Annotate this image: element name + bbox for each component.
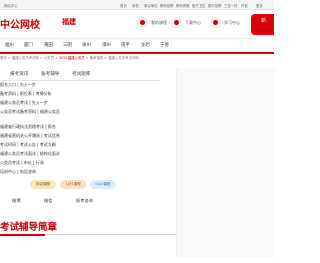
new-badge-text: 新: [261, 18, 267, 24]
nav-item-fuzhou[interactable]: 福州: [5, 42, 14, 48]
tab-prep-guide[interactable]: 备考辅导: [41, 71, 59, 77]
list-item[interactable]: 公务员考试 | 申论 | 行测: [0, 160, 44, 166]
course-icon: [137, 17, 148, 28]
topbar-link-teacher-recruit[interactable]: 教师招聘: [160, 3, 174, 8]
my-courses-link[interactable]: 我的课程: [137, 15, 167, 30]
topbar-link-medical[interactable]: 医疗卫生: [192, 3, 206, 8]
learning-center-link[interactable]: 学习中心: [210, 15, 240, 30]
nav-item-quanzhou[interactable]: 泉州: [82, 42, 91, 48]
right-panel: [176, 68, 275, 258]
list-item[interactable]: 福建省直机关公开遴选 | 考试信息: [0, 133, 60, 139]
weibo-link[interactable]: 微博: [12, 198, 20, 204]
my-courses-label: 我的课程: [151, 19, 167, 25]
breadcrumb-item[interactable]: 公务员: [44, 56, 54, 60]
breadcrumb-item[interactable]: 福建公务员考试网: [12, 56, 39, 60]
wechat-link[interactable]: 微信: [44, 198, 52, 204]
list-item[interactable]: 公务员考试备考资料 | 福建公务员: [0, 109, 60, 115]
topbar-link-school[interactable]: 本校: [132, 3, 139, 8]
list-item[interactable]: 备考资料 | 职位表 | 考情分析: [0, 91, 52, 97]
download-icon: [171, 17, 182, 28]
nav-item-xiamen[interactable]: 厦门: [24, 42, 33, 48]
region-nav: 福州 厦门 莆田 三明 泉州 漳州 南平 龙岩 宁德: [0, 38, 274, 54]
learning-center-label: 学习中心: [224, 19, 240, 25]
nav-item-nanping[interactable]: 南平: [121, 42, 130, 48]
new-badge[interactable]: 新: [251, 14, 274, 35]
info-tabs: 报考资讯 备考辅导 考试题库: [0, 68, 160, 81]
list-item[interactable]: 福建省行政执法资格考试 | 报名: [0, 124, 56, 130]
download-center-link[interactable]: 下载中心: [171, 15, 201, 30]
topbar-link-home[interactable]: 首页: [120, 3, 127, 8]
site-logo[interactable]: 中公网校: [0, 16, 40, 31]
breadcrumb-item[interactable]: 备考指导: [90, 56, 104, 60]
course-pill-protocol[interactable]: 协议课程: [30, 180, 56, 189]
course-pill-oao[interactable]: OAO课程: [90, 180, 116, 189]
list-item[interactable]: 报名入口 | 先入一步: [0, 82, 36, 88]
nav-item-sanming[interactable]: 三明: [63, 42, 72, 48]
consult-link[interactable]: 报考咨询: [76, 198, 93, 204]
section-title: 考试辅导简章: [0, 222, 58, 233]
list-item[interactable]: 培训中心 | 电话咨询: [0, 169, 36, 175]
download-center-label: 下载中心: [185, 19, 201, 25]
tab-exam-info[interactable]: 报考资讯: [10, 71, 28, 77]
region-label[interactable]: 福建: [62, 17, 76, 27]
topbar-link-village-official[interactable]: 村官: [241, 3, 248, 8]
learning-icon: [210, 17, 221, 28]
nav-item-ningde[interactable]: 宁德: [160, 42, 169, 48]
breadcrumb-item[interactable]: 福建公务员考试冲刺: [108, 56, 139, 60]
section-accent-line: [0, 234, 45, 236]
nav-item-zhangzhou[interactable]: 漳州: [102, 42, 111, 48]
list-item[interactable]: 考试时间 | 考试公告 | 考试大纲: [0, 142, 56, 148]
top-utility-bar: 网站中心 首页 本校 事业单位 教师招聘 教师资格 医疗卫生 银行招聘 三支一扶…: [0, 0, 274, 10]
topbar-link-teacher-qualification[interactable]: 教师资格: [176, 3, 190, 8]
tab-question-bank[interactable]: 考试题库: [72, 71, 90, 77]
list-item[interactable]: 福建公务员考试 | 先入一步: [0, 100, 48, 106]
nav-item-putian[interactable]: 莆田: [44, 42, 53, 48]
topbar-link-sanzhi[interactable]: 三支一扶: [224, 3, 238, 8]
breadcrumb-item[interactable]: 2022福建公务员: [59, 56, 85, 60]
breadcrumb-item[interactable]: 首页: [0, 56, 7, 60]
topbar-left-text: 网站中心: [4, 3, 18, 8]
course-pill-one-on-one[interactable]: 1对1课程: [60, 180, 86, 189]
topbar-link-bank[interactable]: 银行招聘: [208, 3, 222, 8]
topbar-link-public-institution[interactable]: 事业单位: [144, 3, 158, 8]
breadcrumb: 首页 > 福建公务员考试网 > 公务员 > 2022福建公务员 > 备考指导 >…: [0, 56, 139, 60]
topbar-link-more[interactable]: 更多: [256, 3, 263, 8]
list-item[interactable]: 福建公务员考试面试 | 结构化面试: [0, 151, 60, 157]
nav-item-longyan[interactable]: 龙岩: [141, 42, 150, 48]
